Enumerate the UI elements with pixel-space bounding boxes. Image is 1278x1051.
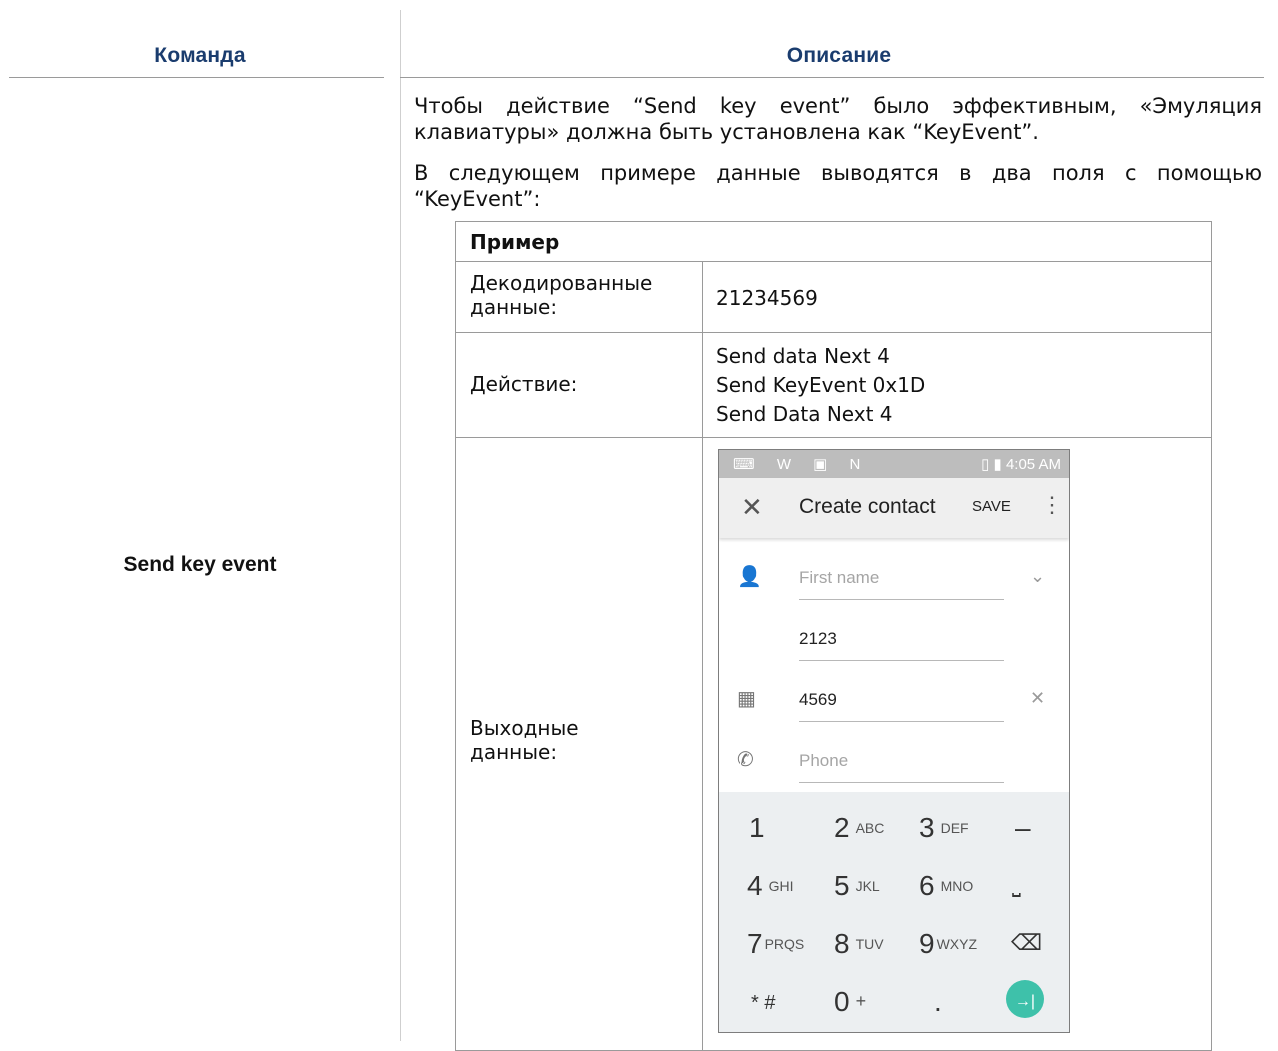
last-name-field[interactable]: 2123 bbox=[719, 611, 1069, 671]
key-6[interactable]: 6 MNO bbox=[919, 870, 973, 902]
app-title: Create contact bbox=[799, 495, 936, 518]
key-space[interactable]: ⎵ bbox=[1012, 872, 1021, 898]
key-star-hash[interactable]: * # bbox=[751, 992, 775, 1015]
key-dash[interactable]: – bbox=[1015, 812, 1031, 844]
key-2[interactable]: 2 ABC bbox=[834, 812, 884, 844]
key-7[interactable]: 7 PRQS bbox=[747, 928, 804, 960]
first-name-placeholder: First name bbox=[799, 568, 880, 587]
status-icons: ⌨ W ▣ N bbox=[733, 456, 870, 473]
action-value: Send data Next 4 Send KeyEvent 0x1D Send… bbox=[716, 344, 926, 426]
header-underline bbox=[9, 77, 384, 78]
save-button[interactable]: SAVE bbox=[972, 498, 1011, 515]
status-time: ▯ ▮ 4:05 AM bbox=[981, 456, 1061, 473]
key-dot[interactable]: . bbox=[934, 986, 942, 1018]
description-paragraph-1: Чтобы действие “Send key event” было эфф… bbox=[414, 94, 1262, 144]
phone-placeholder: Phone bbox=[799, 751, 849, 770]
key-9[interactable]: 9 WXYZ bbox=[919, 928, 977, 960]
last-name-value: 2123 bbox=[799, 629, 837, 648]
phone-screenshot: ⌨ W ▣ N ▯ ▮ 4:05 AM ✕ Create contact SAV… bbox=[718, 449, 1070, 1033]
person-icon: 👤 bbox=[737, 566, 762, 588]
next-field-button[interactable]: →| bbox=[1006, 980, 1044, 1018]
output-label: Выходные данные: bbox=[470, 716, 579, 764]
phone-field[interactable]: ✆ Phone bbox=[719, 733, 1069, 793]
example-title: Пример bbox=[470, 230, 560, 254]
key-0[interactable]: 0 + bbox=[834, 986, 866, 1018]
decoded-label: Декодированные данные: bbox=[470, 271, 653, 319]
command-name: Send key event bbox=[123, 553, 277, 576]
column-divider bbox=[400, 10, 401, 1041]
phone-icon: ✆ bbox=[737, 749, 754, 771]
document-table: Команда Описание Send key event Чтобы де… bbox=[0, 0, 1278, 1051]
header-description: Описание bbox=[786, 44, 892, 67]
example-table: Пример Декодированные данные: 21234569 Д… bbox=[455, 221, 1212, 1051]
key-1[interactable]: 1 bbox=[749, 812, 765, 844]
status-bar: ⌨ W ▣ N ▯ ▮ 4:05 AM bbox=[719, 450, 1069, 478]
decoded-value: 21234569 bbox=[716, 286, 818, 310]
key-3[interactable]: 3 DEF bbox=[919, 812, 969, 844]
business-icon: ▦ bbox=[737, 688, 756, 710]
dial-keypad: 1 2 ABC 3 DEF – 4 GHI 5 JKL 6 MNO ⎵ 7 PRQS 8 TU… bbox=[719, 792, 1069, 1032]
key-5[interactable]: 5 JKL bbox=[834, 870, 880, 902]
action-label: Действие: bbox=[470, 372, 578, 396]
app-bar: ✕ Create contact SAVE ⋮ bbox=[719, 478, 1069, 538]
close-icon[interactable]: ✕ bbox=[741, 492, 763, 523]
header-underline bbox=[400, 77, 1264, 78]
key-8[interactable]: 8 TUV bbox=[834, 928, 884, 960]
company-value: 4569 bbox=[799, 690, 837, 709]
more-options-icon[interactable]: ⋮ bbox=[1041, 492, 1063, 518]
clear-icon[interactable]: ✕ bbox=[1030, 688, 1045, 709]
chevron-down-icon[interactable]: ⌄ bbox=[1030, 566, 1045, 587]
backspace-icon[interactable]: ⌫ bbox=[1011, 930, 1042, 956]
header-command: Команда bbox=[154, 44, 246, 67]
company-field[interactable]: ▦ 4569 ✕ bbox=[719, 672, 1069, 732]
description-paragraph-2: В следующем примере данные выводятся в д… bbox=[414, 161, 1262, 211]
key-4[interactable]: 4 GHI bbox=[747, 870, 793, 902]
first-name-field[interactable]: 👤 First name ⌄ bbox=[719, 550, 1069, 610]
